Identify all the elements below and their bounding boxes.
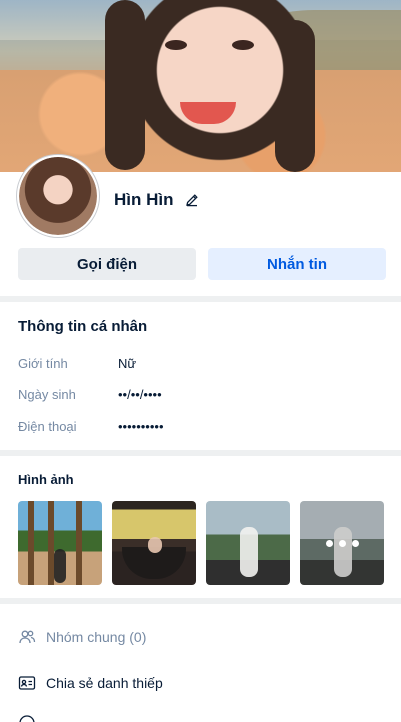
contact-card-icon xyxy=(18,676,36,690)
personal-info-title: Thông tin cá nhân xyxy=(18,318,148,335)
gender-value: Nữ xyxy=(118,356,137,371)
photo-thumbnail[interactable] xyxy=(300,501,384,585)
pencil-icon[interactable] xyxy=(184,192,200,208)
dot-icon xyxy=(325,539,333,547)
common-groups-item[interactable]: Nhóm chung (0) xyxy=(18,628,146,646)
section-divider xyxy=(0,296,401,302)
circle-icon xyxy=(19,715,35,722)
gender-label: Giới tính xyxy=(18,356,68,371)
phone-value: •••••••••• xyxy=(118,419,164,434)
photo-thumbnail[interactable] xyxy=(206,501,290,585)
share-card-label: Chia sẻ danh thiếp xyxy=(46,675,163,691)
share-card-item[interactable]: Chia sẻ danh thiếp xyxy=(18,674,163,692)
birthday-label: Ngày sinh xyxy=(18,387,76,402)
profile-name-row: Hìn Hìn xyxy=(114,190,200,210)
dot-icon xyxy=(351,539,359,547)
cover-eye-left xyxy=(165,40,187,50)
photo-thumbnail[interactable] xyxy=(18,501,102,585)
photo-figure xyxy=(54,549,66,583)
photo-figure xyxy=(148,537,162,553)
photo-tree xyxy=(28,501,34,585)
avatar-image xyxy=(19,157,97,235)
cover-eye-right xyxy=(232,40,254,50)
message-button[interactable]: Nhắn tin xyxy=(208,248,386,280)
more-photos-overlay[interactable] xyxy=(300,501,384,585)
section-divider xyxy=(0,598,401,604)
common-groups-label: Nhóm chung (0) xyxy=(46,629,147,645)
users-icon xyxy=(19,630,36,644)
birthday-value: ••/••/•••• xyxy=(118,387,162,402)
partial-list-item[interactable] xyxy=(18,714,36,722)
profile-name: Hìn Hìn xyxy=(114,190,174,209)
photo-tree xyxy=(76,501,82,585)
photo-figure xyxy=(240,527,258,577)
photo-thumbnail[interactable] xyxy=(112,501,196,585)
call-button[interactable]: Gọi điện xyxy=(18,248,196,280)
phone-label: Điện thoại xyxy=(18,419,77,434)
photos-title: Hình ảnh xyxy=(18,472,74,487)
section-divider xyxy=(0,450,401,456)
dot-icon xyxy=(338,539,346,547)
cover-face xyxy=(120,0,320,172)
avatar[interactable] xyxy=(17,155,99,237)
cover-photo[interactable] xyxy=(0,0,401,172)
